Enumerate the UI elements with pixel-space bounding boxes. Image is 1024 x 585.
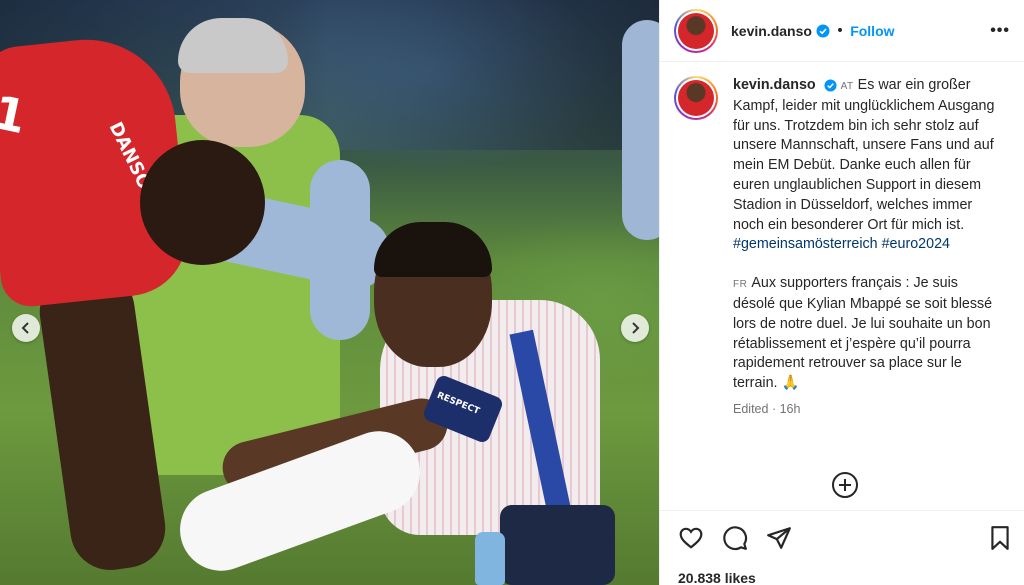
caption-area: kevin.danso AT Es war ein großer Kampf, l… xyxy=(660,76,1024,416)
send-icon[interactable] xyxy=(766,525,792,551)
caption-paragraph-fr: FR Aux supporters français : Je suis déso… xyxy=(733,274,995,394)
add-comment-icon[interactable] xyxy=(831,471,859,499)
caption-username[interactable]: kevin.danso xyxy=(733,77,816,93)
heart-icon[interactable] xyxy=(678,525,704,551)
chevron-left-icon xyxy=(21,322,29,334)
username-link[interactable]: kevin.danso xyxy=(731,23,812,39)
caption-text-fr: Aux supporters français : Je suis désolé… xyxy=(733,275,993,392)
water-bottle xyxy=(475,532,505,585)
post-header: kevin.danso • Follow ••• xyxy=(660,0,1024,62)
avatar[interactable] xyxy=(674,8,718,53)
referee-arm xyxy=(622,20,659,240)
caption-avatar[interactable] xyxy=(674,76,718,120)
player-hair xyxy=(374,222,492,277)
verified-badge-icon xyxy=(816,24,830,37)
hashtag-link[interactable]: #gemeinsamösterreich xyxy=(733,236,878,252)
caption-row: kevin.danso AT Es war ein großer Kampf, l… xyxy=(674,76,1010,416)
more-options-icon[interactable]: ••• xyxy=(990,22,1010,40)
medic-hair xyxy=(178,18,288,73)
post-meta: Edited · 16h xyxy=(733,401,801,416)
separator-dot: • xyxy=(835,22,845,39)
avatar-image xyxy=(678,80,714,116)
flag-fr: FR xyxy=(733,279,748,291)
jersey-number: 1 xyxy=(0,84,32,145)
verified-badge-icon xyxy=(824,79,837,92)
action-bar: 20.838 likes xyxy=(660,510,1024,585)
carousel-next-button[interactable] xyxy=(621,314,649,342)
bookmark-icon[interactable] xyxy=(988,525,1012,551)
follow-button[interactable]: Follow xyxy=(850,23,894,39)
caption-text-at: Es war ein großer Kampf, leider mit ungl… xyxy=(733,77,995,233)
defender-head xyxy=(140,140,265,265)
avatar-image xyxy=(678,12,714,49)
edited-label: Edited xyxy=(733,401,769,416)
comment-icon[interactable] xyxy=(722,525,748,551)
armband-text: RESPECT xyxy=(435,390,481,417)
carousel-prev-button[interactable] xyxy=(12,314,40,342)
likes-count[interactable]: 20.838 likes xyxy=(678,570,756,585)
flag-at: AT xyxy=(840,81,854,92)
post-time[interactable]: 16h xyxy=(780,402,801,416)
instagram-post: 1 DANSO RESPECT kevin.danso • Follow •••… xyxy=(0,0,1024,585)
medical-bag xyxy=(500,505,615,585)
chevron-right-icon xyxy=(632,322,640,334)
pray-emoji: 🙏 xyxy=(781,375,800,392)
caption-paragraph-at: kevin.danso AT Es war ein großer Kampf, l… xyxy=(733,76,995,255)
post-media[interactable]: 1 DANSO RESPECT xyxy=(0,0,659,585)
hashtag-link[interactable]: #euro2024 xyxy=(882,236,950,252)
medic-sleeve-upper xyxy=(310,160,370,340)
caption-text: kevin.danso AT Es war ein großer Kampf, l… xyxy=(733,76,995,416)
